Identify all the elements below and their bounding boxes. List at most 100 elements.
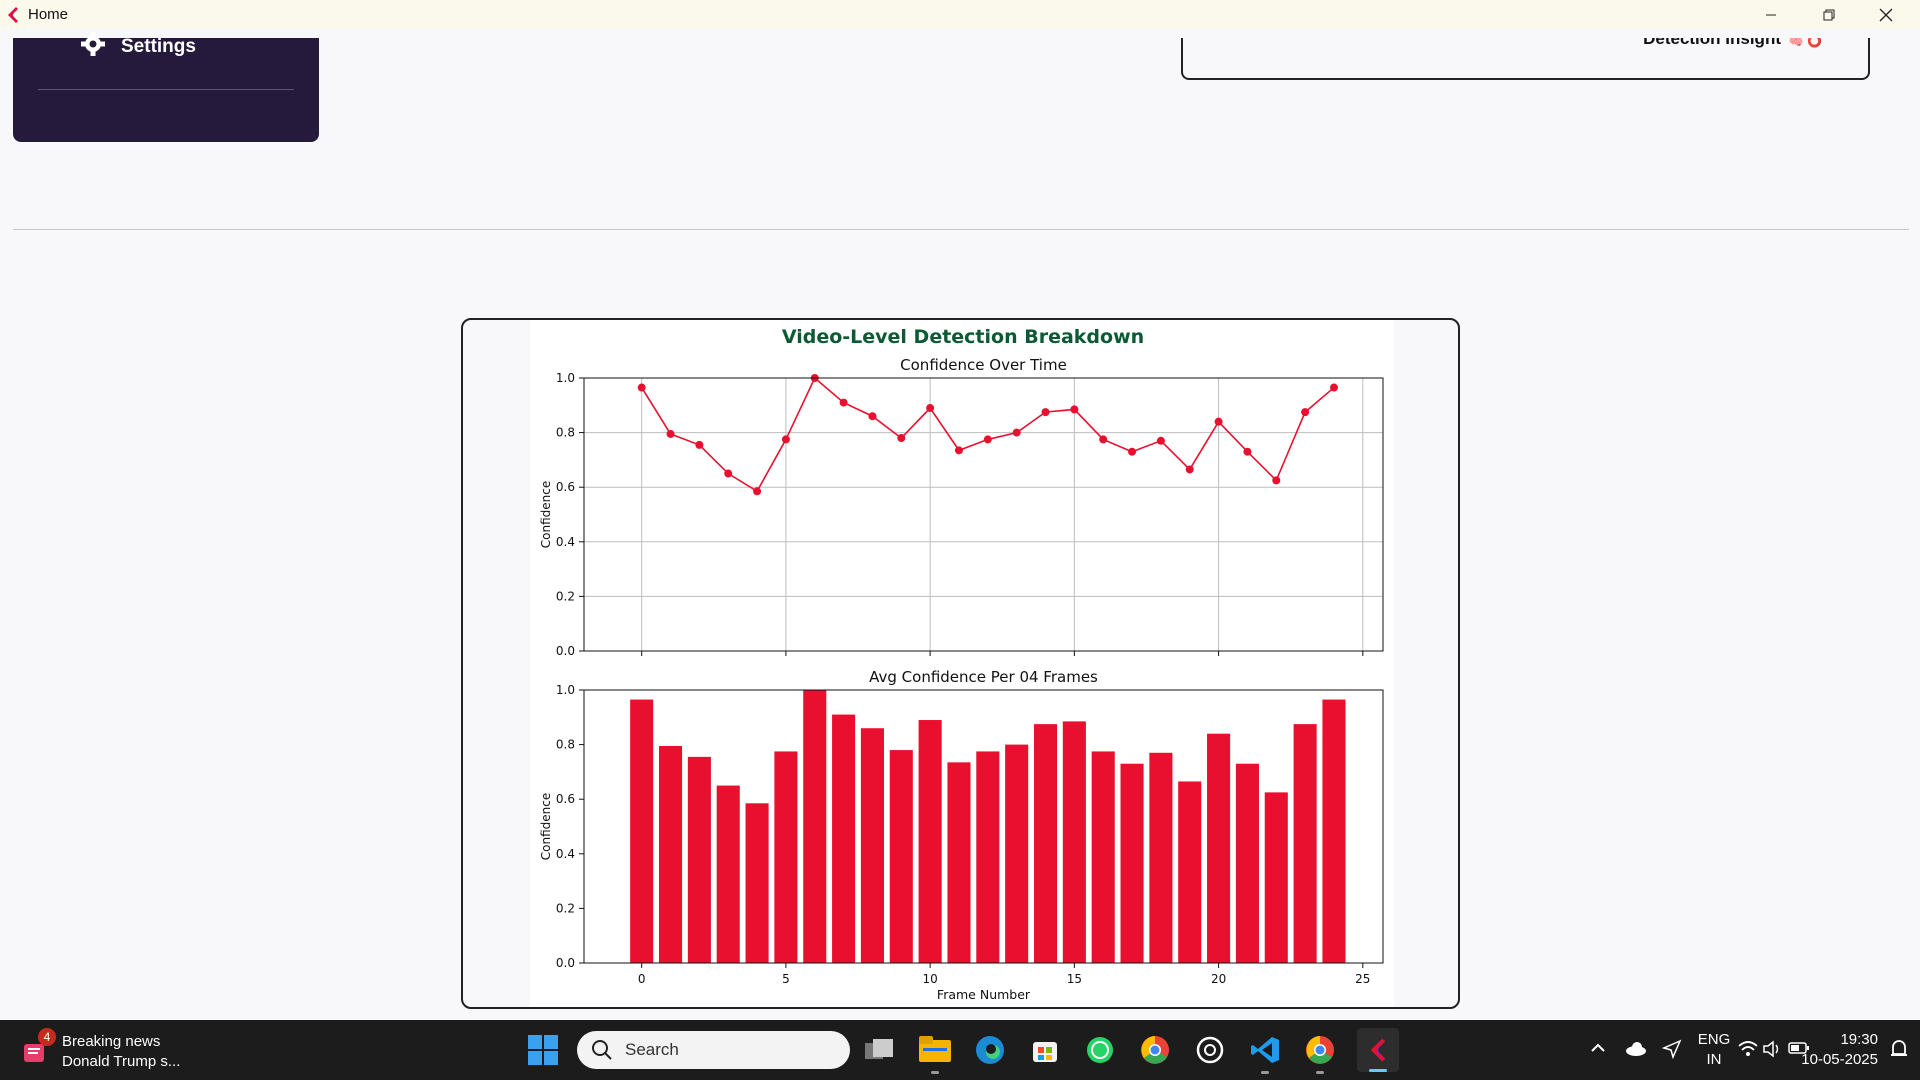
close-icon (1879, 8, 1893, 21)
task-view-icon (865, 1039, 893, 1059)
data-point (954, 446, 963, 455)
data-point (983, 435, 992, 444)
data-point (781, 435, 790, 444)
window-titlebar: Home (0, 0, 1920, 29)
y-tick-label: 0.4 (556, 847, 575, 861)
taskbar-active-app[interactable] (1357, 1028, 1399, 1072)
language-indicator[interactable]: ENG IN (1694, 1030, 1734, 1070)
y-tick-label: 0.6 (556, 480, 575, 494)
bar (889, 750, 913, 963)
cloud-icon[interactable] (1624, 1041, 1648, 1057)
app-logo-icon (8, 6, 18, 23)
data-point (1185, 465, 1194, 474)
bar (947, 762, 971, 963)
minimize-button[interactable] (1743, 0, 1799, 29)
taskbar-search[interactable]: Search (577, 1031, 850, 1069)
bar (1235, 763, 1259, 963)
data-point (1099, 435, 1108, 444)
section-divider (13, 229, 1909, 230)
wifi-icon[interactable] (1738, 1040, 1758, 1058)
bar (774, 751, 798, 963)
bar (745, 803, 769, 963)
data-point (724, 469, 733, 478)
x-tick-label: 10 (922, 972, 937, 986)
location-icon[interactable] (1662, 1039, 1682, 1059)
vscode-icon (1251, 1037, 1279, 1063)
y-tick-label: 0.2 (556, 589, 575, 603)
restore-button[interactable] (1801, 0, 1857, 29)
y-tick-label: 1.0 (556, 683, 575, 697)
volume-icon[interactable] (1762, 1040, 1782, 1058)
y-tick-label: 1.0 (556, 371, 575, 385)
bar (1322, 699, 1346, 963)
data-point (1041, 408, 1050, 417)
chart-figure: Video-Level Detection Breakdown Confiden… (530, 320, 1394, 1007)
x-tick-label: 15 (1067, 972, 1082, 986)
close-button[interactable] (1858, 0, 1914, 29)
data-point (1243, 447, 1252, 456)
sidebar-item-settings[interactable]: Settings (79, 32, 196, 62)
chevron-up-icon[interactable] (1590, 1042, 1606, 1054)
minimize-icon (1766, 14, 1776, 15)
bar (1091, 751, 1115, 963)
taskbar-file-explorer[interactable] (917, 1032, 953, 1074)
data-point (1329, 383, 1338, 392)
y-axis-label: Confidence (539, 793, 553, 860)
bar (630, 699, 654, 963)
bar (1264, 792, 1288, 963)
bar (803, 690, 827, 963)
taskbar-whatsapp[interactable] (1082, 1032, 1118, 1068)
clock[interactable]: 19:30 10-05-2025 (1794, 1030, 1878, 1070)
notification-bell-icon[interactable] (1888, 1038, 1910, 1060)
data-point (1272, 476, 1281, 485)
y-tick-label: 0.4 (556, 535, 575, 549)
x-tick-label: 25 (1355, 972, 1370, 986)
clock-date: 10-05-2025 (1801, 1051, 1878, 1068)
insight-emoji-icon: 🧠 ⭕ (1788, 38, 1822, 48)
x-axis-label: Frame Number (937, 987, 1031, 1002)
insight-card: Detection Insight 🧠 ⭕ (1181, 38, 1870, 80)
y-axis-label: Confidence (539, 481, 553, 548)
data-point (926, 404, 935, 413)
data-point (637, 383, 646, 392)
task-view-button[interactable] (862, 1032, 898, 1068)
y-tick-label: 0.0 (556, 644, 575, 658)
edge-icon (976, 1036, 1004, 1064)
bar (1293, 724, 1317, 963)
bar (1033, 724, 1058, 963)
start-button[interactable] (525, 1032, 561, 1068)
data-point (753, 487, 762, 496)
data-point (897, 434, 906, 443)
taskbar-edge[interactable] (972, 1032, 1008, 1068)
x-tick-label: 20 (1211, 972, 1226, 986)
bar (716, 785, 740, 963)
language-code: ENG (1697, 1031, 1731, 1048)
taskbar-chatgpt[interactable] (1192, 1032, 1228, 1068)
x-tick-label: 0 (638, 972, 646, 986)
data-point (1301, 408, 1310, 417)
bar (1207, 733, 1231, 963)
data-point (868, 412, 877, 421)
y-tick-label: 0.6 (556, 792, 575, 806)
bar (658, 745, 683, 963)
axes-title: Confidence Over Time (900, 356, 1067, 374)
y-tick-label: 0.8 (556, 738, 575, 752)
data-point (1070, 405, 1079, 414)
windows-logo-icon (528, 1035, 558, 1065)
bar (1005, 744, 1029, 963)
taskbar-chrome-2[interactable] (1302, 1032, 1338, 1074)
taskbar-store[interactable] (1027, 1032, 1063, 1068)
data-point (666, 429, 675, 438)
taskbar-vscode[interactable] (1247, 1032, 1283, 1074)
window-title: Home (28, 6, 69, 23)
restore-icon (1823, 9, 1835, 20)
app-logo-icon (1370, 1038, 1386, 1062)
data-point (1128, 447, 1137, 456)
data-point (1156, 436, 1165, 445)
news-widget[interactable]: 4 Breaking news Donald Trump s... (22, 1028, 180, 1072)
search-placeholder: Search (625, 1040, 679, 1059)
taskbar-chrome[interactable] (1137, 1032, 1173, 1068)
news-count-badge: 4 (38, 1028, 56, 1046)
y-tick-label: 0.2 (556, 901, 575, 915)
folder-icon (919, 1036, 951, 1062)
